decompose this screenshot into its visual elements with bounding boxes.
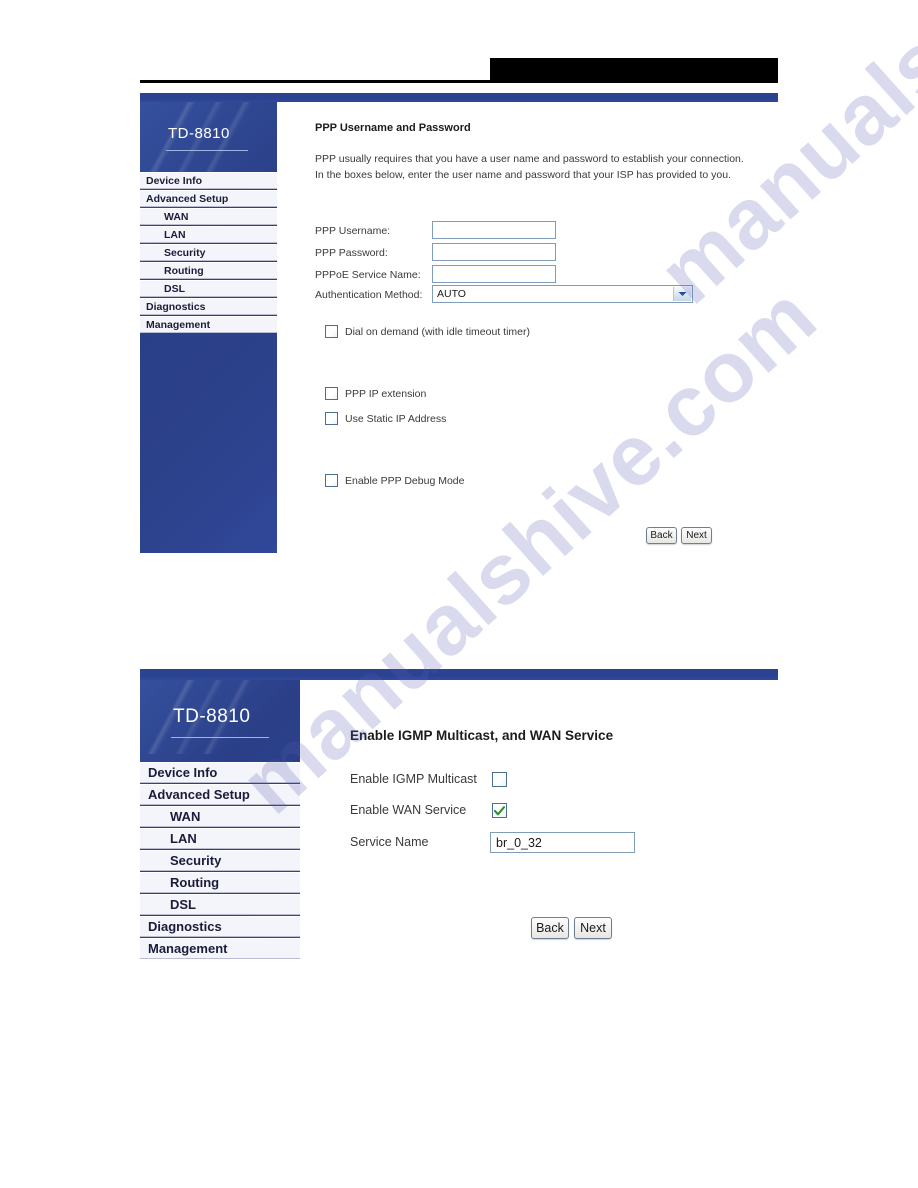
ppp-password-input[interactable]: [432, 243, 556, 261]
back-button[interactable]: Back: [531, 917, 569, 939]
ppp-username-input[interactable]: [432, 221, 556, 239]
sidebar-item-routing[interactable]: Routing: [140, 872, 300, 893]
brand-logo: TD-8810: [173, 706, 251, 727]
dial-on-demand-label: Dial on demand (with idle timeout timer): [345, 326, 530, 338]
page-title: Enable IGMP Multicast, and WAN Service: [350, 728, 614, 743]
sidebar-item-device-info[interactable]: Device Info: [140, 762, 300, 783]
pppoe-service-name-label: PPPoE Service Name:: [315, 269, 421, 281]
service-name-input[interactable]: br_0_32: [490, 832, 635, 853]
sidebar-item-security[interactable]: Security: [140, 244, 277, 261]
brand-underline: [171, 737, 269, 738]
header-divider-rule: [140, 80, 778, 83]
sidebar-item-wan[interactable]: WAN: [140, 806, 300, 827]
pppoe-service-name-input[interactable]: [432, 265, 556, 283]
sidebar-item-security[interactable]: Security: [140, 850, 300, 871]
service-name-label: Service Name: [350, 835, 429, 849]
ppp-ip-extension-label: PPP IP extension: [345, 388, 427, 400]
sidebar-item-dsl[interactable]: DSL: [140, 280, 277, 297]
authentication-method-label: Authentication Method:: [315, 289, 423, 301]
sidebar-item-wan[interactable]: WAN: [140, 208, 277, 225]
authentication-method-select[interactable]: AUTO: [432, 285, 693, 303]
enable-ppp-debug-checkbox[interactable]: [325, 474, 338, 487]
panel-top-bar: [140, 669, 778, 680]
sidebar: TD-8810 Device Info Advanced Setup WAN L…: [140, 102, 277, 553]
content-area: Enable IGMP Multicast, and WAN Service E…: [300, 680, 778, 959]
router-ui-panel-igmp: TD-8810 Device Info Advanced Setup WAN L…: [140, 669, 778, 959]
use-static-ip-checkbox[interactable]: [325, 412, 338, 425]
next-button[interactable]: Next: [574, 917, 612, 939]
router-ui-panel-ppp: TD-8810 Device Info Advanced Setup WAN L…: [140, 93, 778, 553]
enable-igmp-multicast-checkbox[interactable]: [492, 772, 507, 787]
authentication-method-value: AUTO: [437, 288, 466, 300]
enable-wan-service-checkbox[interactable]: [492, 803, 507, 818]
sidebar: TD-8810 Device Info Advanced Setup WAN L…: [140, 680, 300, 959]
sidebar-menu: Device Info Advanced Setup WAN LAN Secur…: [140, 762, 300, 959]
sidebar-item-lan[interactable]: LAN: [140, 828, 300, 849]
content-area: PPP Username and Password PPP usually re…: [277, 102, 778, 553]
ppp-username-label: PPP Username:: [315, 225, 391, 237]
back-button[interactable]: Back: [646, 527, 677, 544]
page-title: PPP Username and Password: [315, 122, 471, 134]
sidebar-menu: Device Info Advanced Setup WAN LAN Secur…: [140, 172, 277, 334]
ppp-ip-extension-checkbox[interactable]: [325, 387, 338, 400]
sidebar-item-dsl[interactable]: DSL: [140, 894, 300, 915]
description-line-1: PPP usually requires that you have a use…: [315, 153, 744, 165]
sidebar-item-routing[interactable]: Routing: [140, 262, 277, 279]
enable-igmp-multicast-label: Enable IGMP Multicast: [350, 772, 477, 786]
sidebar-item-lan[interactable]: LAN: [140, 226, 277, 243]
sidebar-item-advanced-setup[interactable]: Advanced Setup: [140, 784, 300, 805]
sidebar-item-management[interactable]: Management: [140, 316, 277, 333]
use-static-ip-label: Use Static IP Address: [345, 413, 447, 425]
dial-on-demand-checkbox[interactable]: [325, 325, 338, 338]
checkmark-icon: [494, 805, 505, 815]
panel-top-bar: [140, 93, 778, 102]
sidebar-item-management[interactable]: Management: [140, 938, 300, 959]
sidebar-item-diagnostics[interactable]: Diagnostics: [140, 916, 300, 937]
description-line-2: In the boxes below, enter the user name …: [315, 169, 731, 181]
enable-ppp-debug-label: Enable PPP Debug Mode: [345, 475, 465, 487]
chevron-down-icon[interactable]: [673, 287, 691, 301]
sidebar-item-advanced-setup[interactable]: Advanced Setup: [140, 190, 277, 207]
next-button[interactable]: Next: [681, 527, 712, 544]
sidebar-item-diagnostics[interactable]: Diagnostics: [140, 298, 277, 315]
brand-underline: [166, 150, 248, 151]
sidebar-item-device-info[interactable]: Device Info: [140, 172, 277, 189]
enable-wan-service-label: Enable WAN Service: [350, 803, 467, 817]
ppp-password-label: PPP Password:: [315, 247, 388, 259]
brand-logo: TD-8810: [168, 125, 230, 142]
